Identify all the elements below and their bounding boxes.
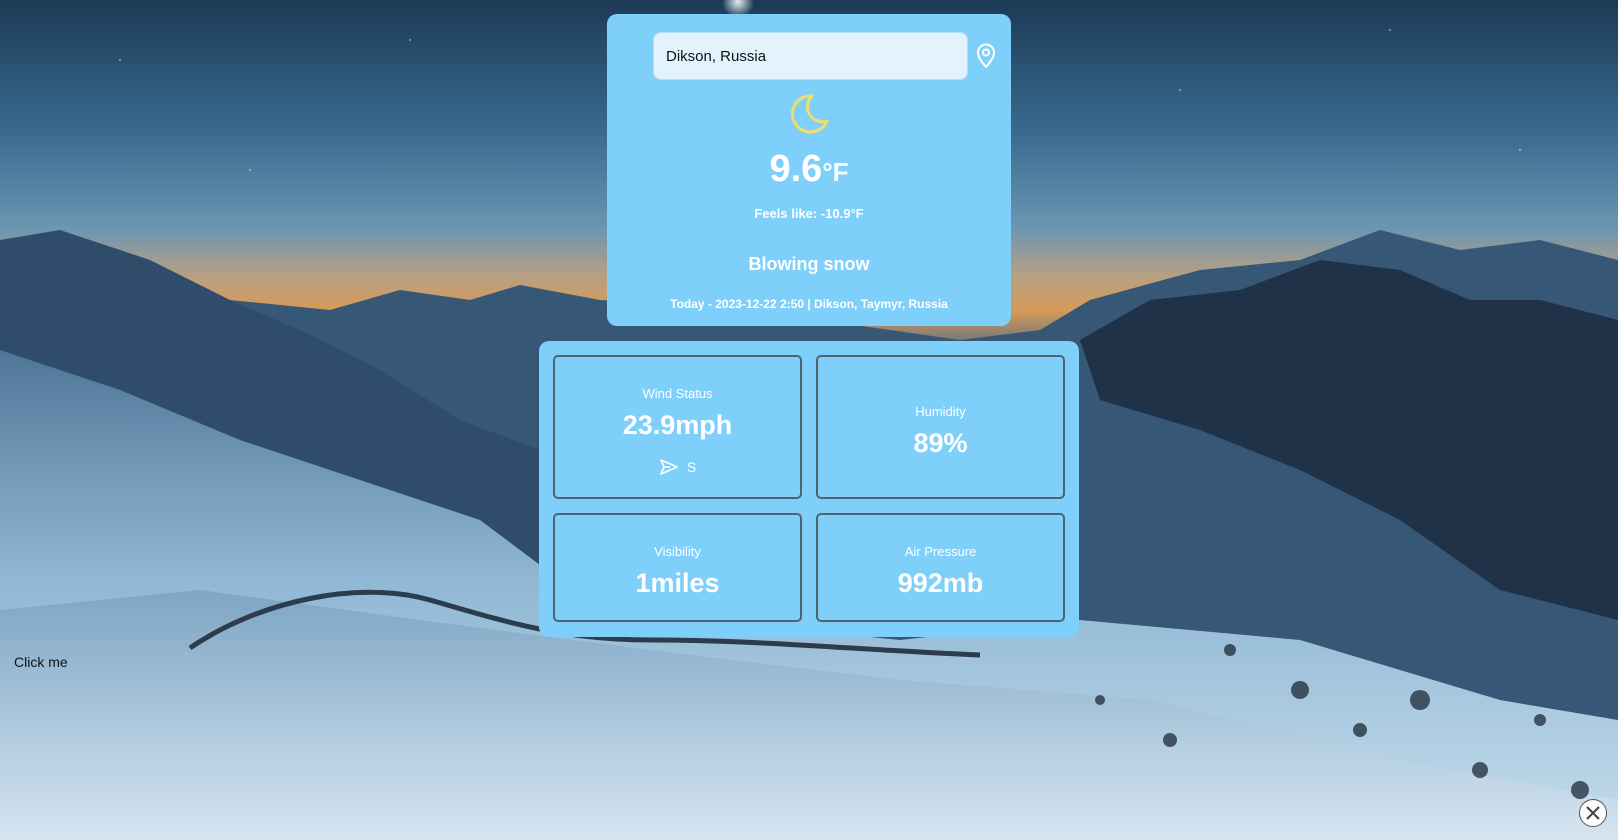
feels-like: Feels like: -10.9°F [754, 206, 864, 221]
click-me-button[interactable]: Click me [14, 654, 68, 670]
temperature-value: 9.6 [769, 148, 823, 190]
moon-icon [790, 94, 829, 134]
wind-status-value: 23.9mph [622, 410, 733, 440]
air-pressure-card: Air Pressure 992mb [816, 513, 1065, 622]
humidity-card: Humidity 89% [816, 355, 1065, 499]
weather-condition: Blowing snow [748, 254, 870, 274]
close-button[interactable] [1579, 799, 1607, 827]
air-pressure-label: Air Pressure [904, 544, 977, 559]
air-pressure-value: 992mb [897, 568, 984, 598]
weather-stats-panel: Wind Status 23.9mph S Humidity 89% Visib… [539, 341, 1079, 637]
current-weather-card: 9.6°F Feels like: -10.9°F Blowing snow T… [607, 14, 1011, 326]
temperature: 9.6°F [607, 148, 1011, 191]
humidity-label: Humidity [915, 404, 966, 419]
visibility-label: Visibility [654, 544, 701, 559]
wind-status-label: Wind Status [642, 386, 713, 401]
location-pin-button[interactable] [974, 42, 998, 70]
temperature-unit: °F [822, 157, 849, 187]
close-icon [1586, 806, 1600, 820]
visibility-value: 1miles [635, 568, 720, 598]
wind-direction-label: S [686, 459, 697, 475]
visibility-card: Visibility 1miles [553, 513, 802, 622]
humidity-value: 89% [913, 428, 968, 458]
wind-direction: S [555, 457, 800, 477]
send-arrow-icon [660, 459, 678, 475]
location-pin-icon [976, 43, 996, 69]
wind-status-card: Wind Status 23.9mph S [553, 355, 802, 499]
date-location: Today - 2023-12-22 2:50 | Dikson, Taymyr… [670, 297, 948, 311]
search-input[interactable] [653, 32, 968, 80]
